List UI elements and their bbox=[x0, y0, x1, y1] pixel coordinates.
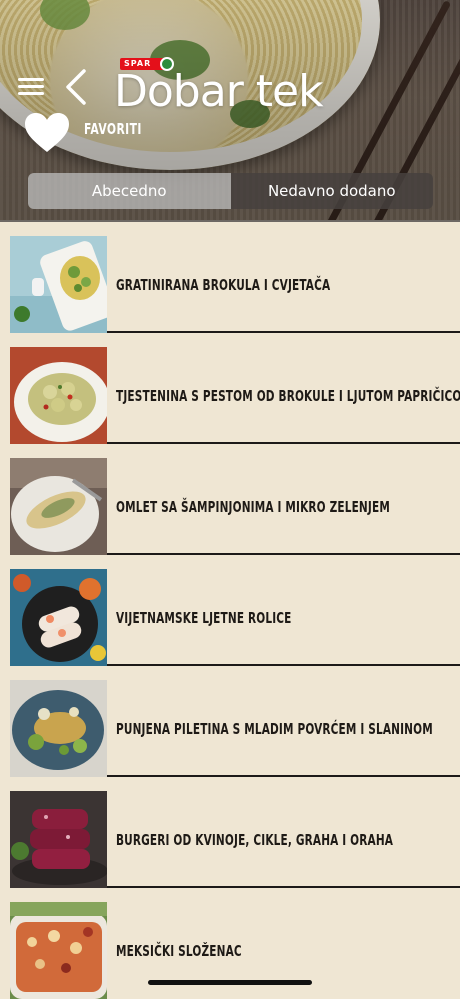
recipe-title[interactable]: Punjena piletina s mladim povrćem i slan… bbox=[116, 680, 433, 777]
recipe-thumbnail[interactable] bbox=[10, 236, 107, 333]
recipe-title[interactable]: Burgeri od kvinoje, cikle, graha i oraha bbox=[116, 791, 393, 888]
app-logo: SPAR Dobar tek bbox=[114, 57, 354, 117]
recipe-list: Gratinirana brokula i cvjetača Tjestenin… bbox=[0, 222, 460, 999]
recipe-thumbnail[interactable] bbox=[10, 902, 107, 999]
recipe-thumbnail[interactable] bbox=[10, 791, 107, 888]
sort-segmented-control[interactable]: Abecedno Nedavno dodano bbox=[28, 173, 433, 209]
recipe-row[interactable]: Tjestenina s pestom od brokule i ljutom … bbox=[0, 333, 460, 444]
header-banner: SPAR Dobar tek FAVORITI Abecedno Nedavno… bbox=[0, 0, 460, 222]
segment-recently-added[interactable]: Nedavno dodano bbox=[230, 173, 433, 209]
recipe-title[interactable]: Gratinirana brokula i cvjetača bbox=[116, 236, 384, 333]
favorites-label: FAVORITI bbox=[84, 120, 142, 138]
recipe-title[interactable]: Tjestenina s pestom od brokule i ljutom … bbox=[116, 347, 460, 444]
recipe-thumbnail[interactable] bbox=[10, 347, 107, 444]
recipe-thumbnail[interactable] bbox=[10, 458, 107, 555]
recipe-row[interactable]: Vijetnamske ljetne rolice bbox=[0, 555, 460, 666]
segment-alphabetical[interactable]: Abecedno bbox=[28, 173, 231, 209]
recipe-title[interactable]: Omlet sa šampinjonima i mikro zelenjem bbox=[116, 458, 390, 555]
recipe-row[interactable]: Gratinirana brokula i cvjetača bbox=[0, 222, 460, 333]
chevron-left-icon[interactable] bbox=[62, 67, 92, 107]
recipe-title[interactable]: Vijetnamske ljetne rolice bbox=[116, 569, 384, 666]
heart-icon[interactable] bbox=[24, 112, 70, 154]
recipe-row[interactable]: Omlet sa šampinjonima i mikro zelenjem bbox=[0, 444, 460, 555]
hamburger-icon[interactable] bbox=[18, 78, 44, 96]
recipe-thumbnail[interactable] bbox=[10, 680, 107, 777]
recipe-thumbnail[interactable] bbox=[10, 569, 107, 666]
recipe-row[interactable]: Punjena piletina s mladim povrćem i slan… bbox=[0, 666, 460, 777]
app-title: Dobar tek bbox=[114, 66, 324, 117]
recipe-row[interactable]: Burgeri od kvinoje, cikle, graha i oraha bbox=[0, 777, 460, 888]
home-indicator[interactable] bbox=[148, 980, 312, 985]
